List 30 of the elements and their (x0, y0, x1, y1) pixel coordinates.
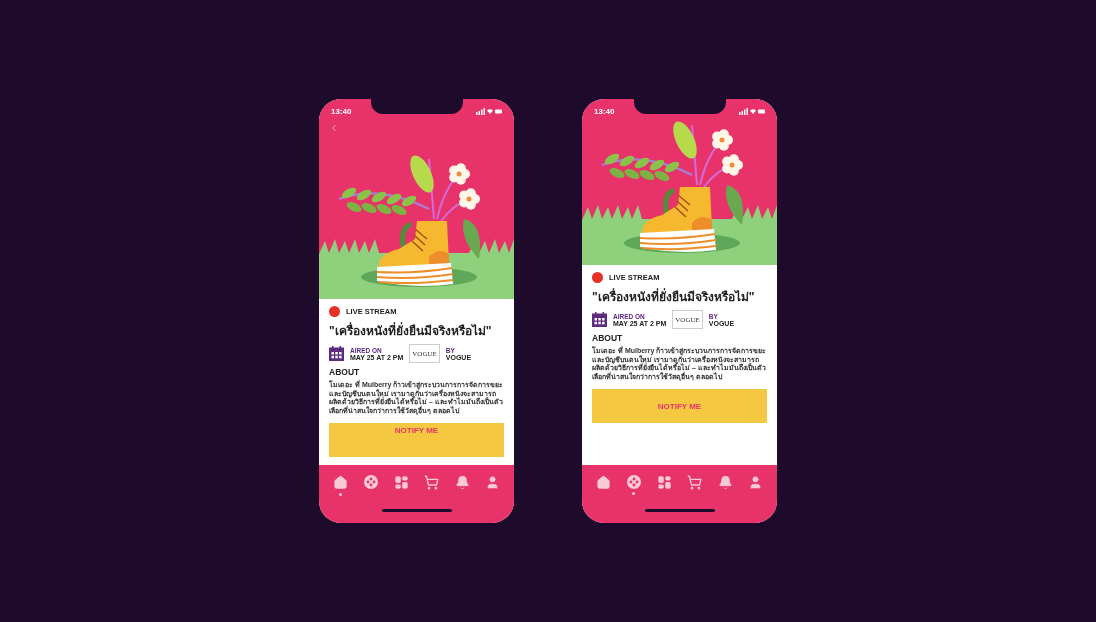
status-icons (739, 108, 765, 115)
notify-button[interactable]: NOTIFY ME (592, 389, 767, 423)
user-icon (748, 475, 764, 490)
status-time: 13:40 (331, 107, 352, 116)
bell-icon (454, 475, 470, 490)
calendar-icon (329, 346, 344, 361)
event-title: "เครื่องหนังที่ยั่งยืนมีจริงหรือไม่" (592, 287, 756, 306)
status-icons (476, 108, 502, 115)
film-reel-icon (363, 475, 378, 489)
film-reel-icon (626, 475, 641, 489)
back-icon (329, 123, 339, 133)
cart-icon (424, 475, 440, 490)
live-dot-icon (329, 306, 340, 317)
bell-icon (717, 475, 733, 490)
grid-icon (656, 475, 672, 490)
calendar-icon (592, 312, 607, 327)
about-heading: ABOUT (329, 367, 361, 377)
notify-button[interactable]: NOTIFY ME (329, 423, 504, 457)
home-icon (332, 475, 348, 490)
live-dot-icon (592, 272, 603, 283)
user-icon (485, 475, 501, 490)
about-heading: ABOUT (592, 333, 624, 343)
grid-icon (393, 475, 409, 490)
cart-icon (687, 475, 703, 490)
home-indicator (644, 509, 715, 512)
back-button[interactable] (329, 123, 339, 133)
home-indicator (381, 509, 452, 512)
status-time: 13:40 (594, 107, 615, 116)
home-icon (595, 475, 611, 490)
event-title: "เครื่องหนังที่ยั่งยืนมีจริงหรือไม่" (329, 321, 493, 340)
